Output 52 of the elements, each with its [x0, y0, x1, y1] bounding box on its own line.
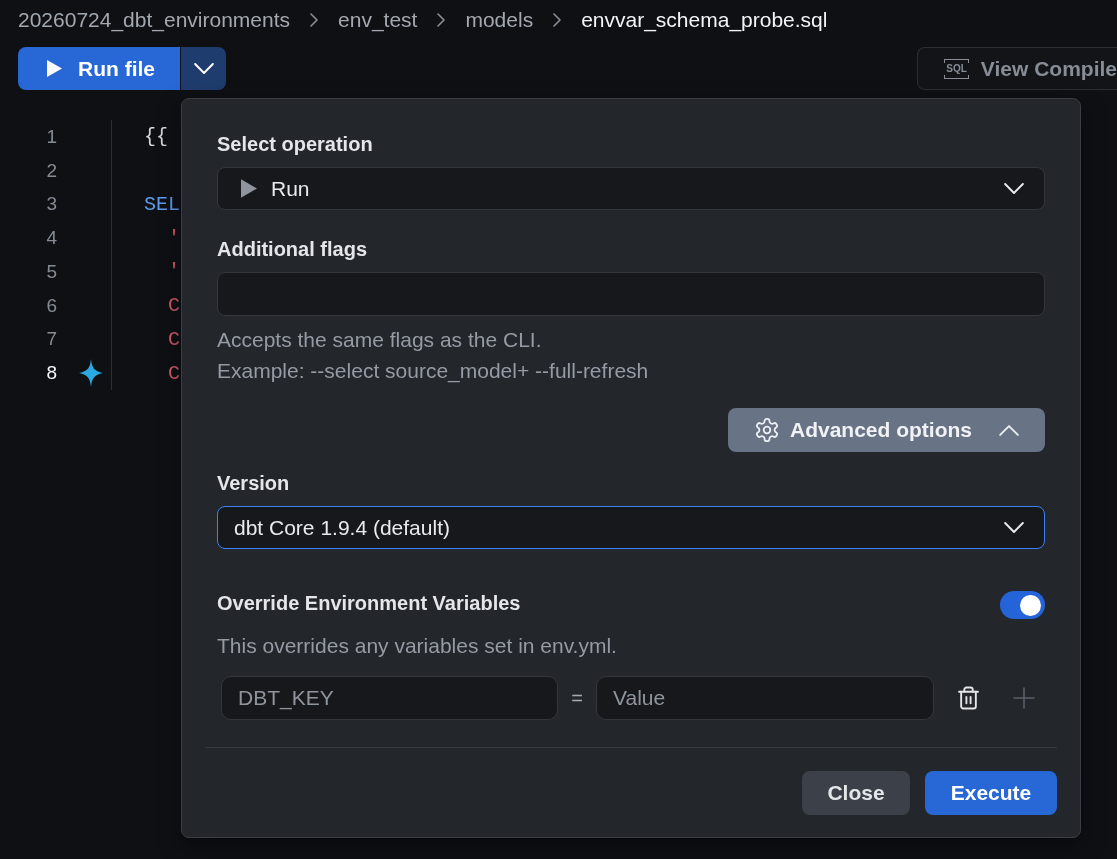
line-number: 5 [45, 260, 57, 283]
plus-icon [1013, 687, 1035, 709]
view-compiled-button[interactable]: SQL View Compile [917, 47, 1117, 90]
operation-select[interactable]: Run [217, 167, 1045, 210]
play-icon [241, 179, 257, 198]
breadcrumb-link[interactable]: 20260724_dbt_environments [18, 8, 291, 32]
code-text: ' [167, 226, 180, 250]
override-env-description: This overrides any variables set in env.yml. [217, 633, 617, 659]
breadcrumb-link[interactable]: models [465, 8, 534, 32]
code-text: C [167, 327, 180, 351]
delete-button[interactable] [958, 686, 979, 710]
close-button[interactable]: Close [802, 771, 910, 815]
additional-flags-label: Additional flags [217, 237, 367, 261]
version-label: Version [217, 471, 290, 495]
chevron-down-icon [1004, 183, 1024, 194]
trash-icon [958, 686, 979, 710]
line-number: 4 [45, 227, 57, 250]
code-text: ' [167, 260, 180, 284]
variable-value-input[interactable]: Value [596, 676, 934, 720]
chevron-down-icon [1004, 522, 1024, 533]
line-number: 8 [45, 362, 57, 385]
override-env-label: Override Environment Variables [217, 591, 521, 615]
line-number: 3 [45, 193, 57, 216]
code-text: C [167, 294, 180, 318]
flags-input[interactable] [217, 272, 1045, 316]
chevron-right-icon [310, 13, 319, 27]
toggle-switch[interactable] [1000, 591, 1045, 619]
breadcrumb-link[interactable]: env_test [338, 8, 418, 32]
line-number: 6 [45, 294, 57, 317]
execute-button[interactable]: Execute [925, 771, 1057, 815]
advanced-options-button[interactable]: Advanced options [728, 408, 1045, 452]
breadcrumb-current[interactable]: envvar_schema_probe.sql [581, 8, 828, 32]
help-text: Accepts the same flags as the CLI. [217, 327, 542, 353]
run-options-button[interactable] [181, 47, 226, 90]
version-select[interactable]: dbt Core 1.9.4 (default) [217, 506, 1045, 549]
chevron-right-icon [553, 13, 562, 27]
chevron-right-icon [437, 13, 446, 27]
code-text: C [167, 361, 180, 385]
help-text: Example: --select source_model+ --full-refresh [217, 358, 649, 385]
code-text: {{ [143, 125, 168, 149]
settings-icon [755, 418, 779, 442]
chevron-down-icon [193, 63, 214, 74]
variable-key-input[interactable]: DBT_KEY [221, 676, 558, 720]
select-operation-label: Select operation [217, 132, 373, 156]
line-number: 2 [45, 159, 57, 182]
line-number: 1 [45, 125, 57, 148]
play-icon [47, 60, 62, 77]
line-number: 7 [45, 328, 57, 351]
run-file-button[interactable]: Run file [18, 47, 180, 90]
code-text: SEL [143, 192, 180, 216]
chevron-up-icon [999, 424, 1019, 436]
equals-sign: = [570, 686, 584, 710]
